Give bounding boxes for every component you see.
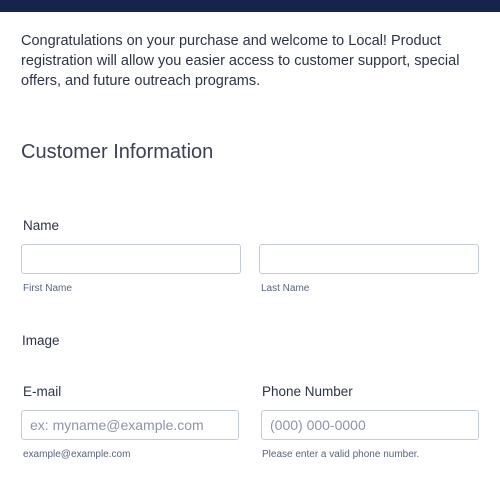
email-label: E-mail <box>23 384 62 399</box>
last-name-input[interactable] <box>259 244 479 274</box>
intro-text: Congratulations on your purchase and wel… <box>21 33 460 89</box>
image-alt-text: Image <box>22 332 60 348</box>
email-input[interactable] <box>21 410 239 440</box>
phone-input[interactable] <box>261 410 479 440</box>
phone-sublabel: Please enter a valid phone number. <box>262 449 420 460</box>
email-sublabel: example@example.com <box>23 449 131 460</box>
phone-label: Phone Number <box>262 384 353 399</box>
first-name-input[interactable] <box>21 244 241 274</box>
image-placeholder: Image <box>21 331 60 349</box>
first-name-sublabel: First Name <box>23 283 72 294</box>
last-name-sublabel: Last Name <box>261 283 310 294</box>
section-title: Customer Information <box>21 141 214 163</box>
name-label: Name <box>23 218 60 233</box>
top-header-bar <box>0 0 500 12</box>
